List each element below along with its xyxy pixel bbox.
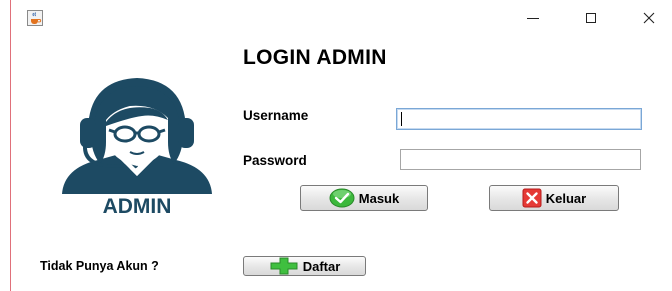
check-icon bbox=[329, 188, 355, 208]
plus-icon bbox=[270, 257, 298, 275]
no-account-label: Tidak Punya Akun ? bbox=[40, 259, 159, 273]
close-button[interactable] bbox=[634, 6, 664, 30]
password-input[interactable] bbox=[400, 149, 641, 170]
close-icon bbox=[643, 12, 655, 24]
close-x-icon bbox=[522, 188, 542, 208]
maximize-icon bbox=[586, 13, 596, 23]
daftar-button-label: Daftar bbox=[302, 258, 341, 274]
password-label: Password bbox=[243, 153, 307, 168]
keluar-button-label: Keluar bbox=[545, 190, 587, 206]
avatar-caption: ADMIN bbox=[103, 195, 172, 216]
java-cup-icon bbox=[27, 10, 43, 26]
daftar-button[interactable]: Daftar bbox=[243, 256, 366, 276]
admin-avatar-image: ADMIN bbox=[62, 78, 212, 216]
maximize-button[interactable] bbox=[576, 6, 606, 30]
text-caret bbox=[401, 112, 402, 126]
username-label: Username bbox=[243, 108, 309, 123]
window-left-edge bbox=[10, 0, 11, 291]
masuk-button-label: Masuk bbox=[358, 190, 400, 206]
minimize-icon bbox=[527, 17, 539, 19]
username-input[interactable] bbox=[396, 108, 642, 130]
minimize-button[interactable] bbox=[518, 6, 548, 30]
masuk-button[interactable]: Masuk bbox=[300, 185, 428, 211]
keluar-button[interactable]: Keluar bbox=[489, 185, 619, 211]
page-title: LOGIN ADMIN bbox=[243, 46, 387, 69]
